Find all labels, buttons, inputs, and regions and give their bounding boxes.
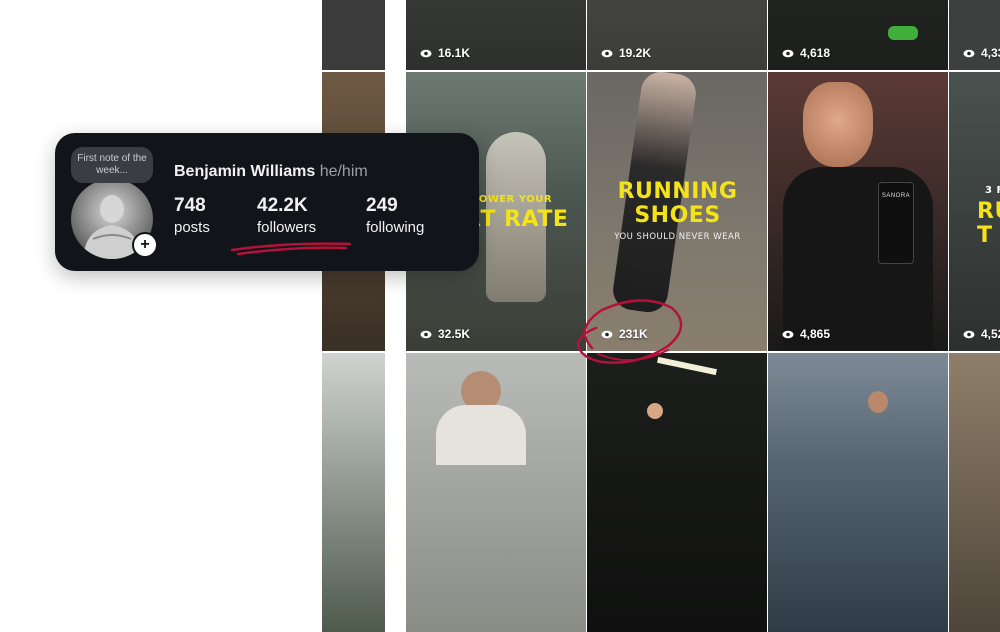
person-head: [868, 391, 888, 413]
view-count-label: 4,618: [800, 46, 831, 60]
stat-label: followers: [257, 219, 317, 236]
grid-tile[interactable]: 4,618: [768, 0, 948, 70]
shoe-detail: [888, 26, 918, 40]
grid-tile[interactable]: 4,33: [949, 0, 1000, 70]
stat-label: following: [366, 219, 425, 236]
person-face: [803, 82, 873, 167]
plus-icon: +: [140, 236, 150, 253]
bottle-label: SANORA: [881, 193, 911, 199]
profile-name: Benjamin Williams: [174, 163, 316, 180]
stat-value: 748: [174, 195, 206, 216]
view-count: 4,865: [782, 327, 830, 341]
stat-following[interactable]: 249 following: [366, 195, 424, 236]
grid-tile[interactable]: [768, 353, 948, 632]
stat-label: posts: [174, 219, 210, 236]
person-shirt: [436, 405, 526, 465]
note-text: First note of the week...: [77, 153, 147, 176]
note-bubble[interactable]: First note of the week...: [71, 147, 153, 183]
grid-tile[interactable]: SANORA 4,865: [768, 72, 948, 351]
grid-tile[interactable]: [406, 353, 586, 632]
overlay-big-text: RU T: [977, 199, 1000, 248]
grid-tile[interactable]: [949, 353, 1000, 632]
eye-icon: [782, 330, 794, 338]
view-count: 32.5K: [420, 327, 470, 341]
ceiling-light: [657, 356, 717, 376]
eye-icon: [601, 330, 613, 338]
overlay-big-text: RT RATE: [464, 207, 569, 232]
view-count: 231K: [601, 327, 648, 341]
stat-value: 249: [366, 195, 398, 216]
view-count-label: 32.5K: [438, 327, 471, 341]
person-head: [647, 403, 663, 419]
eye-icon: [420, 49, 432, 57]
profile-card: First note of the week... + Benjamin Wil…: [55, 133, 479, 271]
add-story-button[interactable]: +: [132, 232, 158, 258]
grid-tile[interactable]: 3 F RU T 4,52: [949, 72, 1000, 351]
view-count: 4,33: [963, 46, 1000, 60]
eye-icon: [420, 330, 432, 338]
grid-tile[interactable]: 16.1K: [406, 0, 586, 70]
view-count-label: 4,52: [981, 327, 1000, 341]
eye-icon: [601, 49, 613, 57]
view-count: 19.2K: [601, 46, 651, 60]
view-count: 16.1K: [420, 46, 470, 60]
grid-tile[interactable]: [587, 353, 767, 632]
grid-tile[interactable]: [322, 353, 385, 632]
profile-name-row: Benjamin Williams he/him: [174, 163, 368, 181]
view-count-label: 231K: [619, 327, 648, 341]
grid-tile[interactable]: RUNNING SHOES YOU SHOULD NEVER WEAR 231K: [587, 72, 767, 351]
view-count-label: 4,33: [981, 46, 1000, 60]
stat-posts[interactable]: 748 posts: [174, 195, 210, 236]
view-count-label: 4,865: [800, 327, 831, 341]
overlay-big-text: RUNNING SHOES: [617, 179, 738, 228]
view-count: 4,618: [782, 46, 830, 60]
eye-icon: [963, 49, 975, 57]
grid-tile[interactable]: 19.2K: [587, 0, 767, 70]
product-bottle: SANORA: [878, 182, 914, 264]
view-count: 4,52: [963, 327, 1000, 341]
stat-followers[interactable]: 42.2K followers: [257, 195, 316, 236]
overlay-small-text: 3 F: [985, 185, 1000, 196]
profile-pronouns: he/him: [319, 163, 368, 180]
overlay-small-text: YOU SHOULD NEVER WEAR: [614, 232, 741, 242]
eye-icon: [782, 49, 794, 57]
stat-value: 42.2K: [257, 195, 308, 216]
view-count-label: 19.2K: [619, 46, 652, 60]
eye-icon: [963, 330, 975, 338]
grid-tile[interactable]: [322, 0, 385, 70]
view-count-label: 16.1K: [438, 46, 471, 60]
